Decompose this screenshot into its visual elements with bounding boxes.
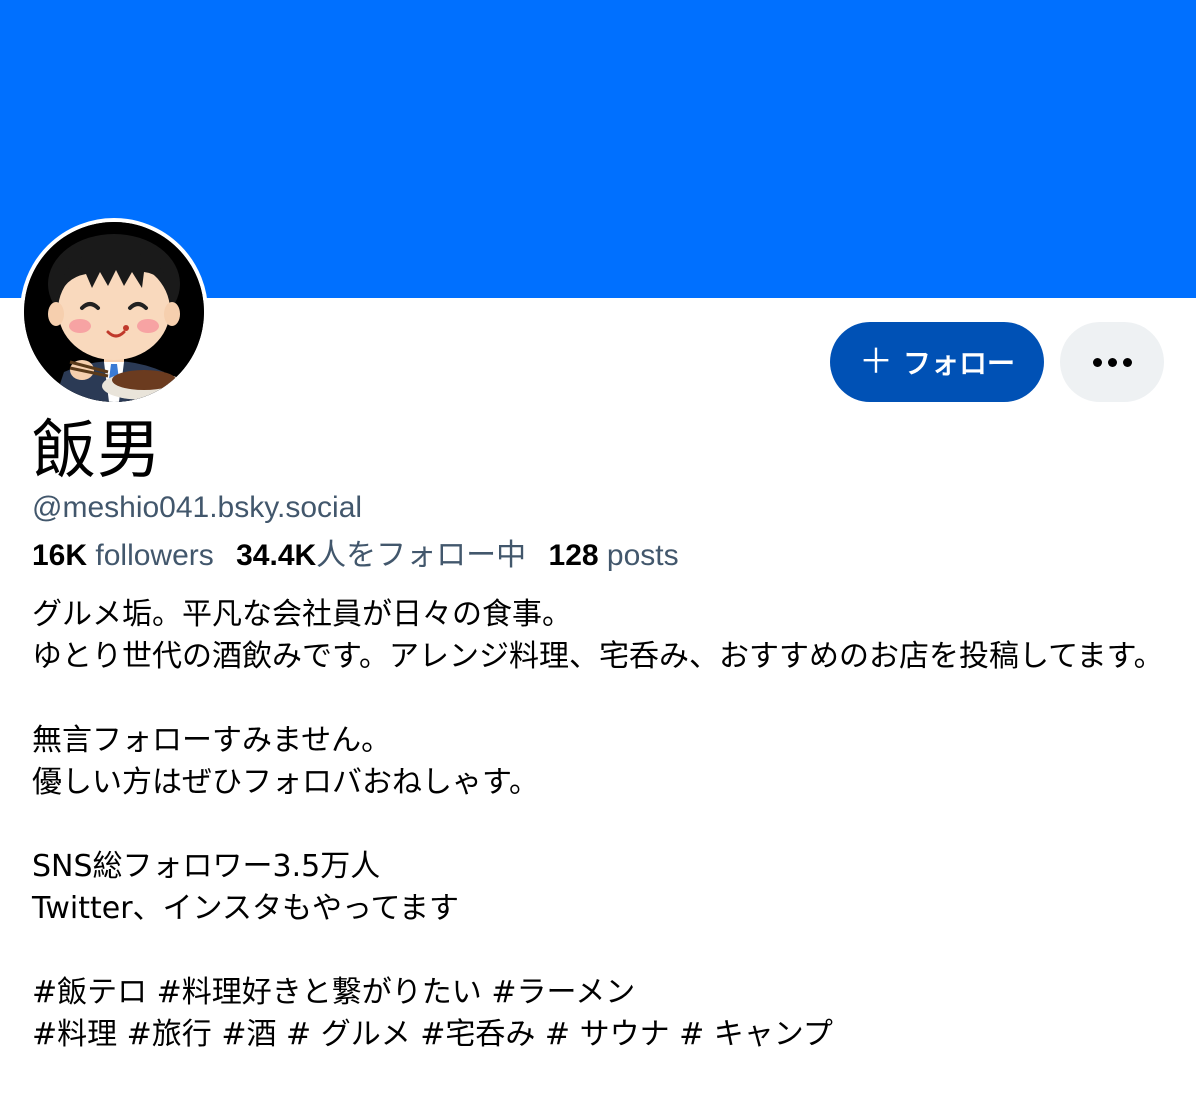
posts-count-group: 128 posts (549, 539, 693, 572)
more-options-button[interactable] (1060, 322, 1164, 402)
bio-line: 無言フォローすみません。 (32, 723, 392, 758)
bio-line: SNS総フォロワー3.5万人 (32, 849, 381, 884)
profile-stats: 16K followers 34.4K人をフォロー中 128 posts (32, 536, 693, 576)
profile-handle: @meshio041.bsky.social (32, 491, 363, 524)
follow-button-label: フォロー (902, 347, 1015, 380)
followers-label: followers (95, 539, 214, 572)
cartoon-man-eating-icon (24, 222, 204, 402)
profile-bio: グルメ垢。平凡な会社員が日々の食事。 ゆとり世代の酒飲みです。アレンジ料理、宅呑… (32, 594, 1172, 1056)
following-link[interactable]: 34.4K人をフォロー中 (236, 539, 548, 572)
display-name: 飯男 (32, 414, 162, 488)
bio-line: Twitter、インスタもやってます (32, 891, 459, 926)
bio-line: グルメ垢。平凡な会社員が日々の食事。 (32, 597, 572, 632)
bio-hashtags[interactable]: #料理 #旅行 #酒 # グルメ #宅呑み # サウナ # キャンプ (32, 1014, 1172, 1056)
bio-line: ゆとり世代の酒飲みです。アレンジ料理、宅呑み、おすすめのお店を投稿してます。 (32, 639, 1164, 674)
avatar[interactable] (20, 218, 208, 406)
posts-count: 128 (548, 539, 599, 572)
plus-icon: ＋ (858, 342, 893, 382)
following-label: 人をフォロー中 (316, 539, 527, 572)
ellipsis-icon (1092, 357, 1132, 367)
posts-label: posts (606, 539, 679, 572)
bio-hashtags[interactable]: #飯テロ #料理好きと繋がりたい #ラーメン (32, 972, 1172, 1014)
bio-line: 優しい方はぜひフォロバおねしゃす。 (32, 765, 539, 800)
follow-button[interactable]: ＋ フォロー (830, 322, 1044, 402)
followers-link[interactable]: 16K followers (32, 539, 236, 572)
followers-count: 16K (32, 539, 88, 572)
following-count: 34.4K (236, 539, 317, 572)
